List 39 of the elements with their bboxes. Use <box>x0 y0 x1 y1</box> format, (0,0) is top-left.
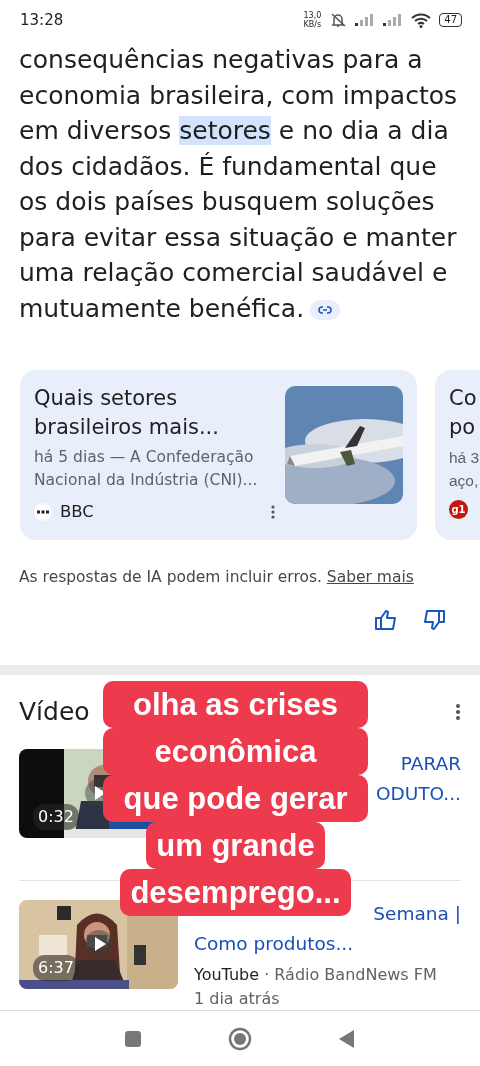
more-options-icon[interactable] <box>455 703 461 721</box>
video-duration: 6:37 <box>33 955 79 981</box>
network-speed-unit: KB/s <box>303 20 322 29</box>
recents-button[interactable] <box>124 1029 142 1048</box>
source-card[interactable]: Co po há 3 aço, g1 <box>435 370 480 540</box>
source-title: Co po <box>449 385 478 441</box>
source-snippet: há 5 dias — A Confederação Nacional da Indústria (CNI)... <box>34 447 259 491</box>
video-title[interactable]: ODUTO... <box>375 779 461 809</box>
section-heading: Vídeo <box>19 697 90 727</box>
video-date: 1 dia atrás <box>194 988 281 1010</box>
video-title[interactable]: PARAR <box>400 749 461 779</box>
source-name: BBC <box>60 501 94 523</box>
wifi-icon <box>411 12 432 28</box>
signal-icon <box>355 14 376 26</box>
source-logo: g1 <box>449 500 468 519</box>
signal-icon <box>383 14 404 26</box>
caption-overlay: olha as crises econômica que pode gerar um grande desemprego... <box>103 681 368 916</box>
source-snippet: há 3 aço, <box>449 448 480 491</box>
network-speed: 13,0 <box>303 11 322 20</box>
video-title[interactable]: Semana | <box>373 899 461 929</box>
source-card[interactable]: Quais setores brasileiros mais... há 5 dias — A Confederação Nacional da Indústria (CNI)... BBC <box>20 370 417 540</box>
answer-paragraph: consequências negativas para a economia brasileira, com impactos em diversos setores e no dia a dia dos cidadãos. É fundamental que os dois países busquem soluções para evitar essa situação e manter uma relação comercial saudável e mutuamente benéfica. <box>18 44 459 325</box>
thumbs-down-icon[interactable] <box>422 609 446 631</box>
play-icon[interactable] <box>85 930 113 958</box>
source-logo-icon <box>34 503 52 522</box>
more-options-icon[interactable] <box>271 505 275 520</box>
muted-bell-icon <box>329 12 348 28</box>
battery-indicator: 47 <box>439 13 462 27</box>
learn-more-link[interactable]: Saber mais <box>326 568 414 586</box>
source-title: Quais setores brasileiros mais... <box>34 385 220 441</box>
video-title[interactable]: Como produtos... <box>194 929 354 959</box>
video-duration: 0:32 <box>33 804 79 830</box>
video-source: YouTube · Rádio BandNews FM <box>194 964 438 986</box>
link-chip-icon[interactable] <box>310 299 341 320</box>
thumbs-up-icon[interactable] <box>374 609 398 631</box>
home-button[interactable] <box>228 1026 252 1051</box>
disclaimer-text: As respostas de IA podem incluir erros. <box>19 568 322 586</box>
status-time: 13:28 <box>20 9 64 31</box>
back-button[interactable] <box>338 1028 356 1049</box>
